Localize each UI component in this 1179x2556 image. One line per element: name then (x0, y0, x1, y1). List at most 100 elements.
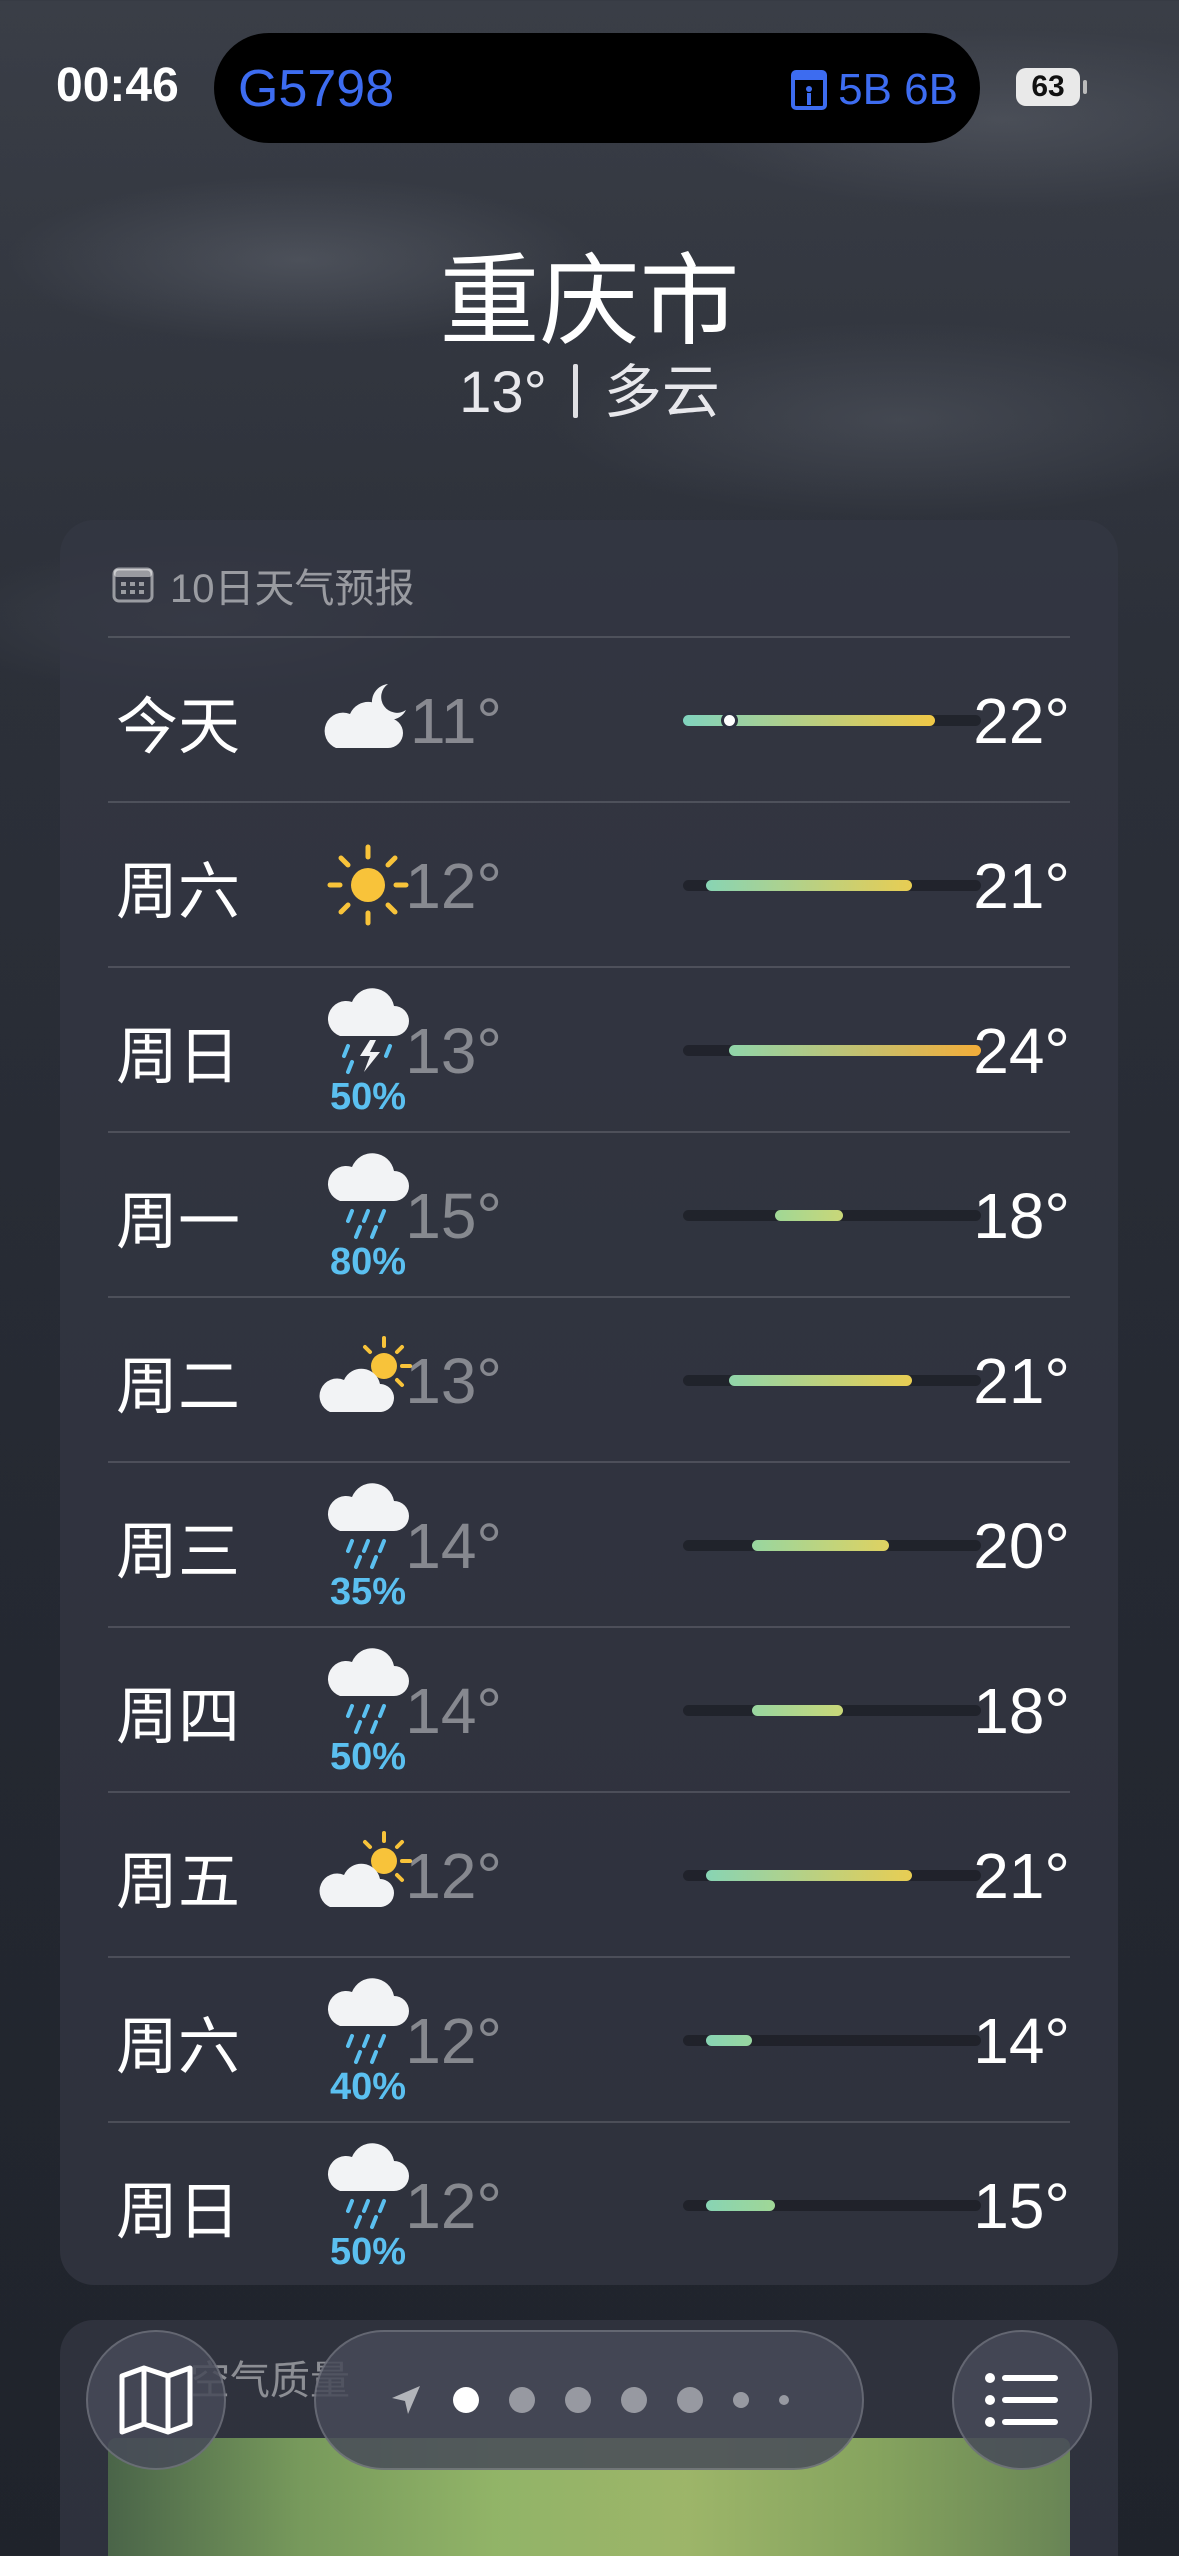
current-temperature-marker (720, 712, 738, 729)
high-temperature: 15° (973, 2169, 1070, 2242)
high-temperature: 18° (973, 1674, 1070, 1747)
partly-cloudy-night-icon (324, 684, 406, 748)
low-temperature: 14° (405, 1674, 502, 1747)
forecast-header: 10日天气预报 (112, 556, 415, 614)
day-label: 今天 (116, 692, 241, 762)
temperature-range-track (683, 880, 981, 891)
status-time: 00:46 (56, 59, 179, 112)
high-temperature: 21° (973, 1839, 1070, 1912)
low-temperature: 11° (409, 684, 502, 757)
temperature-range-bar (728, 1375, 913, 1386)
calendar-icon (112, 567, 154, 603)
rain-icon (327, 2143, 409, 2229)
temperature-range-bar (751, 1705, 844, 1716)
forecast-title: 10日天气预报 (170, 567, 415, 611)
partly-sunny-icon (319, 1336, 412, 1412)
page-dot[interactable] (733, 2392, 749, 2408)
day-label: 周六 (116, 2012, 241, 2082)
temperature-range-track (683, 1540, 981, 1551)
high-temperature: 24° (973, 1014, 1070, 1087)
page-dot[interactable] (779, 2395, 789, 2405)
day-label: 周五 (116, 1847, 241, 1917)
high-temperature: 22° (973, 684, 1070, 757)
temperature-range-track (683, 2035, 981, 2046)
day-label: 周六 (116, 857, 241, 927)
day-label: 周日 (116, 2177, 241, 2247)
separator (572, 364, 578, 418)
low-temperature: 15° (405, 1179, 502, 1252)
page-dot[interactable] (453, 2387, 479, 2413)
list-button[interactable] (952, 2330, 1092, 2470)
temperature-range-bar (728, 1045, 981, 1056)
temperature-range-track (683, 1375, 981, 1386)
sun-icon (327, 844, 409, 926)
list-icon (985, 2373, 1058, 2427)
day-label: 周一 (116, 1187, 241, 1257)
page-dot[interactable] (621, 2387, 647, 2413)
temperature-range-track (683, 2200, 981, 2211)
temperature-range-bar (774, 1210, 844, 1221)
high-temperature: 18° (973, 1179, 1070, 1252)
temperature-range-track (683, 712, 981, 729)
temperature-range-track (683, 1705, 981, 1716)
page-indicator[interactable] (314, 2330, 864, 2470)
forecast-row[interactable]: 今天 11° 22° (108, 638, 1070, 803)
rain-icon (327, 1483, 409, 1569)
thunderstorm-icon (327, 988, 409, 1074)
gate-label: 5B 6B (838, 65, 958, 114)
battery-tip (1083, 80, 1087, 94)
page-dot[interactable] (565, 2387, 591, 2413)
temperature-range-track (683, 1045, 981, 1056)
temperature-range-bar (705, 1870, 913, 1881)
temperature-range-track (683, 1870, 981, 1881)
temperature-range-track (683, 1210, 981, 1221)
low-temperature: 13° (405, 1344, 502, 1417)
city-name: 重庆市 (439, 246, 740, 358)
temperature-range-bar (705, 2200, 775, 2211)
map-icon (119, 2365, 193, 2435)
high-temperature: 21° (973, 1344, 1070, 1417)
ten-day-forecast-card[interactable]: 10日天气预报 今天 11° 22° 周六 12° 21° 周日 50% 13°… (60, 520, 1118, 2285)
rain-icon (327, 1648, 409, 1734)
day-label: 周四 (116, 1682, 241, 1752)
day-label: 周日 (116, 1022, 241, 1092)
temperature-range-bar (751, 1540, 890, 1551)
forecast-row[interactable]: 周二 13° 21° (108, 1298, 1070, 1463)
high-temperature: 21° (973, 849, 1070, 922)
location-arrow-icon (392, 2386, 420, 2414)
dynamic-island[interactable]: G5798 5B 6B (214, 33, 980, 143)
forecast-row[interactable]: 周日 50% 13° 24° (108, 968, 1070, 1133)
forecast-row[interactable]: 周一 80% 15° 18° (108, 1133, 1070, 1298)
temperature-range-bar (705, 2035, 752, 2046)
gate-icon (791, 70, 828, 110)
gate-info: 5B 6B (790, 65, 958, 115)
forecast-row[interactable]: 周五 12° 21° (108, 1793, 1070, 1958)
current-temperature: 13° (459, 360, 547, 425)
rain-icon (327, 1153, 409, 1239)
forecast-row[interactable]: 周六 12° 21° (108, 803, 1070, 968)
day-label: 周三 (116, 1517, 241, 1587)
forecast-row[interactable]: 周六 40% 12° 14° (108, 1958, 1070, 2123)
low-temperature: 12° (405, 849, 502, 922)
current-conditions: 13° 多云 (0, 345, 1179, 429)
page-dot[interactable] (509, 2387, 535, 2413)
forecast-row[interactable]: 周日 50% 12° 15° (108, 2123, 1070, 2288)
high-temperature: 14° (973, 2004, 1070, 2077)
map-button[interactable] (86, 2330, 226, 2470)
battery-indicator: 63 (1016, 68, 1080, 106)
rain-icon (327, 1978, 409, 2064)
low-temperature: 13° (405, 1014, 502, 1087)
train-number: G5798 (238, 60, 395, 118)
day-label: 周二 (116, 1352, 241, 1422)
forecast-row[interactable]: 周三 35% 14° 20° (108, 1463, 1070, 1628)
page-dot[interactable] (677, 2387, 703, 2413)
low-temperature: 12° (405, 2169, 502, 2242)
forecast-row[interactable]: 周四 50% 14° 18° (108, 1628, 1070, 1793)
high-temperature: 20° (973, 1509, 1070, 1582)
low-temperature: 14° (405, 1509, 502, 1582)
low-temperature: 12° (405, 1839, 502, 1912)
temperature-range-bar (705, 880, 913, 891)
low-temperature: 12° (405, 2004, 502, 2077)
current-condition: 多云 (603, 360, 720, 425)
partly-sunny-icon (319, 1831, 412, 1907)
